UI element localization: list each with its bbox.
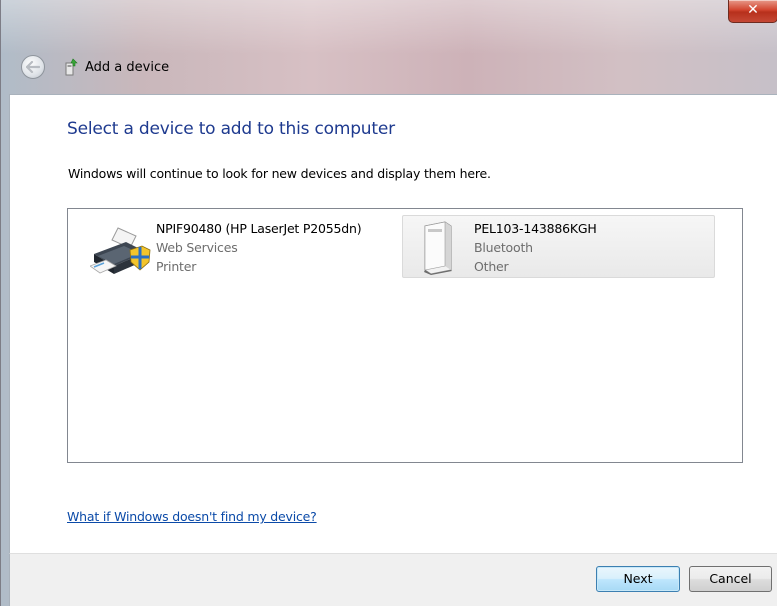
- device-info: NPIF90480 (HP LaserJet P2055dn) Web Serv…: [156, 219, 362, 276]
- content-pane: Select a device to add to this computer …: [9, 94, 777, 554]
- back-arrow-icon: [26, 61, 40, 73]
- help-link[interactable]: What if Windows doesn't find my device?: [67, 509, 317, 524]
- add-device-icon: [65, 58, 78, 76]
- window-title: Add a device: [85, 59, 170, 75]
- device-info: PEL103-143886KGH Bluetooth Other: [474, 219, 597, 276]
- device-category: Printer: [156, 259, 197, 274]
- back-button[interactable]: [21, 55, 45, 79]
- device-item-bluetooth[interactable]: PEL103-143886KGH Bluetooth Other: [402, 215, 715, 278]
- close-button[interactable]: ✕: [728, 0, 777, 23]
- device-item-printer[interactable]: NPIF90480 (HP LaserJet P2055dn) Web Serv…: [70, 212, 393, 276]
- cancel-button[interactable]: Cancel: [689, 566, 772, 592]
- close-icon: ✕: [747, 2, 759, 18]
- device-name: NPIF90480 (HP LaserJet P2055dn): [156, 221, 362, 236]
- printer-icon: [90, 227, 151, 274]
- device-category: Other: [474, 259, 509, 274]
- next-button[interactable]: Next: [596, 566, 680, 592]
- footer-bar: Next Cancel: [9, 553, 777, 606]
- device-connection: Bluetooth: [474, 240, 533, 255]
- nav-bar: Add a device: [21, 54, 169, 80]
- device-connection: Web Services: [156, 240, 238, 255]
- add-device-window: ✕ Add a device Select a device to add to…: [0, 0, 777, 606]
- device-list[interactable]: NPIF90480 (HP LaserJet P2055dn) Web Serv…: [67, 208, 743, 463]
- page-heading: Select a device to add to this computer: [67, 119, 395, 139]
- page-description: Windows will continue to look for new de…: [68, 166, 491, 181]
- device-name: PEL103-143886KGH: [474, 221, 597, 236]
- generic-device-icon: [424, 221, 452, 275]
